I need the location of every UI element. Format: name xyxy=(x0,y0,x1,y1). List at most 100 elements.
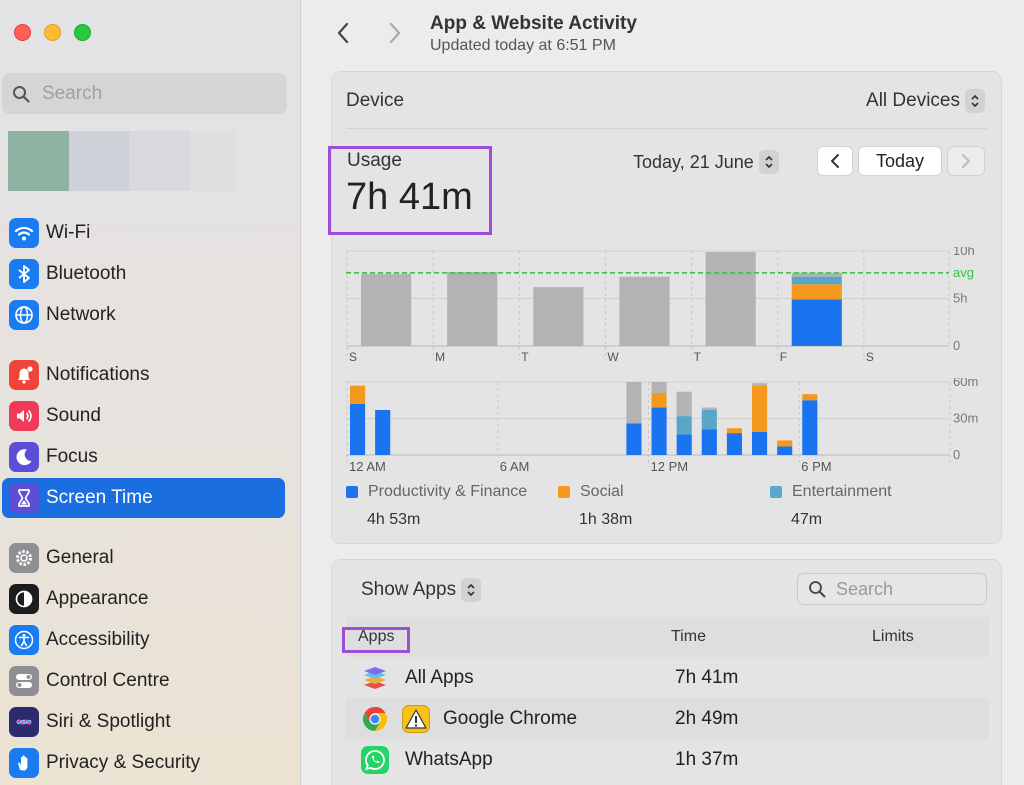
forward-button[interactable] xyxy=(380,18,410,48)
x-tick-label: 6 AM xyxy=(500,459,530,474)
legend-entertainment: Entertainment xyxy=(770,483,892,501)
legend-swatch xyxy=(770,486,782,498)
bar-segment xyxy=(350,385,366,404)
updown-chevron-icon xyxy=(965,89,985,113)
bar-segment xyxy=(791,284,842,300)
updown-chevron-icon xyxy=(758,150,779,174)
legend-value: 47m xyxy=(791,511,823,528)
sidebar-item-label: Privacy & Security xyxy=(46,752,201,773)
app-row-google-chrome[interactable]: Google Chrome 2h 49m xyxy=(346,698,989,739)
legend-value: 1h 38m xyxy=(579,511,633,528)
sidebar-item-focus[interactable]: Focus xyxy=(2,437,285,477)
column-header-apps[interactable]: Apps xyxy=(358,628,394,646)
column-header-time[interactable]: Time xyxy=(671,628,706,646)
chevron-right-icon xyxy=(389,22,401,44)
close-window-button[interactable] xyxy=(14,24,31,41)
chevron-left-icon xyxy=(831,154,839,168)
bar-segment xyxy=(626,382,642,424)
legend-label: Entertainment xyxy=(792,483,892,500)
today-button[interactable]: Today xyxy=(858,146,942,176)
bar-segment xyxy=(375,409,391,455)
device-selector-value: All Devices xyxy=(866,90,960,111)
apps-search-input[interactable]: Search xyxy=(797,573,987,605)
previous-day-button[interactable] xyxy=(817,146,853,176)
sidebar-search-field[interactable]: Search xyxy=(2,73,287,114)
bar-segment xyxy=(726,433,742,455)
search-icon xyxy=(809,581,826,598)
hourly-usage-chart: 12 AM 6 AM 12 PM 6 PM 60m 30m 0 xyxy=(346,378,978,474)
sidebar-item-screen-time[interactable]: Screen Time xyxy=(2,478,285,518)
sidebar-item-control-centre[interactable]: Control Centre xyxy=(2,661,285,701)
y-tick-label: avg xyxy=(953,265,974,280)
y-tick-label: 60m xyxy=(953,378,978,389)
bar-segment xyxy=(651,392,667,408)
zoom-window-button[interactable] xyxy=(74,24,91,41)
bar-segment xyxy=(619,276,670,346)
y-tick-label: 0 xyxy=(953,447,960,462)
sidebar-item-accessibility[interactable]: Accessibility xyxy=(2,620,285,660)
legend-label: Social xyxy=(580,483,624,500)
app-row-all-apps[interactable]: All Apps 7h 41m xyxy=(346,657,989,698)
sidebar-item-notifications[interactable]: Notifications xyxy=(2,355,285,395)
main-pane: App & Website Activity Updated today at … xyxy=(302,0,1024,785)
sidebar-item-label: Focus xyxy=(46,446,98,467)
sidebar-item-sound[interactable]: Sound xyxy=(2,396,285,436)
sidebar-item-label: Bluetooth xyxy=(46,263,127,284)
x-tick-label: M xyxy=(435,350,445,364)
next-day-button[interactable] xyxy=(947,146,985,176)
apps-card: Show Apps Search Apps Time Limits All Ap… xyxy=(331,559,1002,785)
weekly-usage-chart: S M T W T F S 10h avg 5h 0 xyxy=(346,247,975,364)
sidebar-item-bluetooth[interactable]: Bluetooth xyxy=(2,254,285,294)
sidebar-item-label: Wi-Fi xyxy=(46,222,91,243)
x-tick-label: S xyxy=(349,350,357,364)
bell-icon xyxy=(9,360,39,390)
sidebar-item-siri[interactable]: Siri & Spotlight xyxy=(2,702,285,742)
profile-blur-4 xyxy=(190,131,236,191)
y-tick-label: 10h xyxy=(953,247,975,258)
app-time: 1h 37m xyxy=(675,748,739,770)
page-subtitle: Updated today at 6:51 PM xyxy=(430,37,616,54)
bar-segment xyxy=(361,273,412,346)
sidebar-item-network[interactable]: Network xyxy=(2,295,285,335)
app-row-whatsapp[interactable]: WhatsApp 1h 37m xyxy=(346,739,989,780)
back-button[interactable] xyxy=(328,18,358,48)
usage-total: 7h 41m xyxy=(346,176,473,218)
date-selector[interactable]: Today, 21 June xyxy=(633,150,779,174)
sidebar-search-placeholder: Search xyxy=(42,82,103,104)
app-time: 7h 41m xyxy=(675,666,739,688)
show-apps-label: Show Apps xyxy=(361,579,457,600)
sidebar-item-wifi[interactable]: Wi-Fi xyxy=(2,213,285,253)
bar-segment xyxy=(705,251,756,346)
divider xyxy=(346,128,987,129)
sidebar-item-appearance[interactable]: Appearance xyxy=(2,579,285,619)
bar-segment xyxy=(802,400,818,455)
minimize-window-button[interactable] xyxy=(44,24,61,41)
x-tick-label: 6 PM xyxy=(801,459,831,474)
profile-blur-1 xyxy=(8,131,69,191)
bar-segment xyxy=(701,429,717,455)
device-selector[interactable]: All Devices xyxy=(866,89,985,113)
sidebar-item-label: Accessibility xyxy=(46,629,150,650)
sidebar-item-general[interactable]: General xyxy=(2,538,285,578)
hourglass-icon xyxy=(9,483,39,513)
sidebar-item-label: Screen Time xyxy=(46,487,153,508)
chevron-left-icon xyxy=(337,22,349,44)
column-header-limits[interactable]: Limits xyxy=(872,628,914,646)
bar-segment xyxy=(350,403,366,455)
y-tick-label: 30m xyxy=(953,411,978,426)
legend-social: Social xyxy=(558,483,624,501)
bar-segment xyxy=(701,407,717,410)
bar-segment xyxy=(726,428,742,434)
bar-segment xyxy=(676,434,692,455)
y-tick-label: 0 xyxy=(953,338,960,353)
legend-value: 4h 53m xyxy=(367,511,421,528)
speaker-icon xyxy=(9,401,39,431)
app-name: WhatsApp xyxy=(405,748,493,770)
sidebar: Search Wi-Fi Bluetooth Network Notification… xyxy=(0,0,301,785)
siri-icon xyxy=(9,707,39,737)
chrome-icon xyxy=(361,705,389,733)
x-tick-label: T xyxy=(694,350,702,364)
show-apps-selector[interactable]: Show Apps xyxy=(361,578,482,602)
sidebar-item-privacy[interactable]: Privacy & Security xyxy=(2,743,285,783)
usage-card: Device All Devices Usage 7h 41m Today, 2… xyxy=(328,71,1002,544)
